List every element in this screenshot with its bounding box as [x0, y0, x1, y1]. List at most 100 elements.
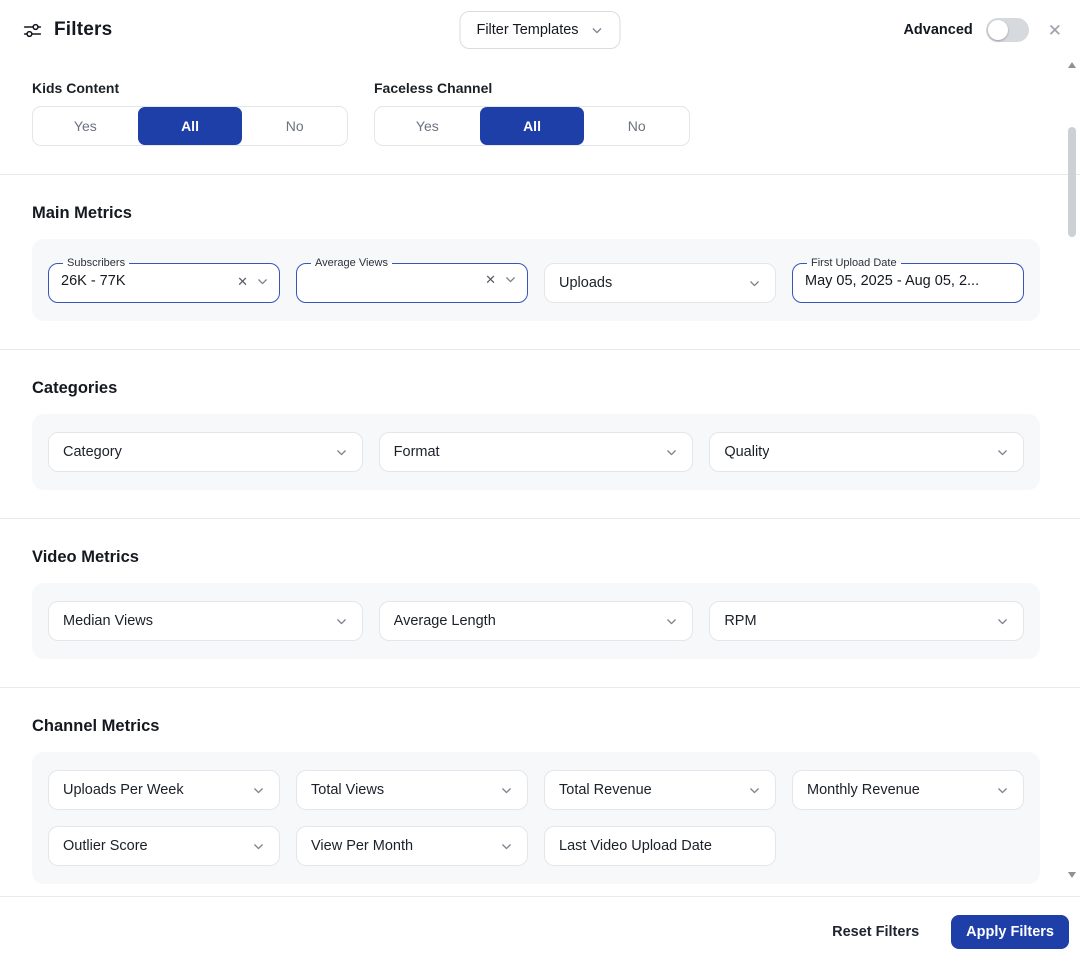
boolean-filters-row: Kids Content Yes All No Faceless Channel… — [0, 80, 1080, 146]
faceless-channel-option-yes[interactable]: Yes — [375, 107, 480, 145]
uploads-per-week-dropdown[interactable]: Uploads Per Week — [48, 770, 280, 810]
chevron-down-icon — [996, 446, 1009, 459]
format-label: Format — [394, 444, 440, 460]
uploads-per-week-label: Uploads Per Week — [63, 782, 184, 798]
format-dropdown[interactable]: Format — [379, 432, 694, 472]
section-heading-categories: Categories — [32, 378, 1048, 398]
close-icon[interactable]: ✕ — [1048, 22, 1062, 39]
median-views-dropdown[interactable]: Median Views — [48, 601, 363, 641]
filter-templates-button[interactable]: Filter Templates — [459, 11, 620, 49]
faceless-channel-segmented: Yes All No — [374, 106, 690, 146]
scrollbar-thumb[interactable] — [1068, 127, 1076, 237]
scroll-down-arrow-icon[interactable] — [1068, 872, 1076, 878]
total-views-dropdown[interactable]: Total Views — [296, 770, 528, 810]
header: Filters Filter Templates Advanced ✕ — [0, 0, 1080, 60]
chevron-down-icon[interactable] — [256, 275, 269, 288]
section-heading-video-metrics: Video Metrics — [32, 547, 1048, 567]
chevron-down-icon — [996, 615, 1009, 628]
total-revenue-label: Total Revenue — [559, 782, 652, 798]
first-upload-date-filter[interactable]: First Upload Date May 05, 2025 - Aug 05,… — [792, 257, 1024, 303]
first-upload-date-row: May 05, 2025 - Aug 05, 2... — [805, 273, 1013, 289]
last-video-upload-date-label: Last Video Upload Date — [559, 838, 712, 854]
apply-filters-button[interactable]: Apply Filters — [951, 915, 1069, 949]
advanced-toggle[interactable] — [986, 18, 1029, 42]
first-upload-date-value: May 05, 2025 - Aug 05, 2... — [805, 273, 1013, 289]
kids-content-option-no[interactable]: No — [242, 107, 347, 145]
faceless-channel-filter: Faceless Channel Yes All No — [374, 80, 690, 146]
category-label: Category — [63, 444, 122, 460]
view-per-month-dropdown[interactable]: View Per Month — [296, 826, 528, 866]
average-views-filter[interactable]: Average Views ✕ — [296, 257, 528, 303]
chevron-down-icon — [252, 784, 265, 797]
quality-label: Quality — [724, 444, 769, 460]
uploads-label: Uploads — [559, 275, 612, 291]
chevron-down-icon[interactable] — [504, 273, 517, 286]
quality-dropdown[interactable]: Quality — [709, 432, 1024, 472]
faceless-channel-label: Faceless Channel — [374, 80, 690, 96]
subscribers-value: 26K - 77K — [61, 273, 229, 289]
clear-icon[interactable]: ✕ — [237, 275, 248, 288]
faceless-channel-option-all[interactable]: All — [480, 107, 585, 145]
filters-icon — [22, 20, 43, 41]
monthly-revenue-label: Monthly Revenue — [807, 782, 920, 798]
toggle-knob — [988, 20, 1008, 40]
average-views-label: Average Views — [311, 257, 392, 270]
filter-templates-label: Filter Templates — [476, 22, 578, 38]
first-upload-date-label: First Upload Date — [807, 257, 901, 270]
chevron-down-icon — [996, 784, 1009, 797]
subscribers-row: 26K - 77K ✕ — [61, 273, 269, 289]
rpm-label: RPM — [724, 613, 756, 629]
category-dropdown[interactable]: Category — [48, 432, 363, 472]
subscribers-filter[interactable]: Subscribers 26K - 77K ✕ — [48, 257, 280, 303]
channel-metrics-panel: Uploads Per Week Total Views Total Reven… — [32, 752, 1040, 884]
outlier-score-dropdown[interactable]: Outlier Score — [48, 826, 280, 866]
divider — [0, 174, 1080, 175]
uploads-dropdown[interactable]: Uploads — [544, 263, 776, 303]
kids-content-option-yes[interactable]: Yes — [33, 107, 138, 145]
total-views-label: Total Views — [311, 782, 384, 798]
divider — [0, 518, 1080, 519]
main-metrics-panel: Subscribers 26K - 77K ✕ Average Views ✕ … — [32, 239, 1040, 321]
chevron-down-icon — [665, 615, 678, 628]
chevron-down-icon — [500, 784, 513, 797]
faceless-channel-option-no[interactable]: No — [584, 107, 689, 145]
scroll-up-arrow-icon[interactable] — [1068, 62, 1076, 68]
filters-body: Kids Content Yes All No Faceless Channel… — [0, 60, 1080, 896]
monthly-revenue-dropdown[interactable]: Monthly Revenue — [792, 770, 1024, 810]
section-heading-channel-metrics: Channel Metrics — [32, 716, 1048, 736]
scrollbar[interactable] — [1066, 62, 1078, 878]
kids-content-option-all[interactable]: All — [138, 107, 243, 145]
section-heading-main-metrics: Main Metrics — [32, 203, 1048, 223]
chevron-down-icon — [665, 446, 678, 459]
chevron-down-icon — [335, 615, 348, 628]
advanced-label: Advanced — [903, 22, 972, 38]
average-length-label: Average Length — [394, 613, 496, 629]
total-revenue-dropdown[interactable]: Total Revenue — [544, 770, 776, 810]
last-video-upload-date-field[interactable]: Last Video Upload Date — [544, 826, 776, 866]
page-title: Filters — [54, 19, 112, 41]
kids-content-label: Kids Content — [32, 80, 348, 96]
video-metrics-panel: Median Views Average Length RPM — [32, 583, 1040, 659]
kids-content-filter: Kids Content Yes All No — [32, 80, 348, 146]
chevron-down-icon — [748, 784, 761, 797]
subscribers-label: Subscribers — [63, 257, 129, 270]
median-views-label: Median Views — [63, 613, 153, 629]
filters-modal: Filters Filter Templates Advanced ✕ Kids… — [0, 0, 1080, 966]
view-per-month-label: View Per Month — [311, 838, 413, 854]
kids-content-segmented: Yes All No — [32, 106, 348, 146]
average-views-row: ✕ — [309, 273, 517, 286]
chevron-down-icon — [748, 277, 761, 290]
chevron-down-icon — [500, 840, 513, 853]
reset-filters-button[interactable]: Reset Filters — [832, 924, 919, 940]
divider — [0, 687, 1080, 688]
footer: Reset Filters Apply Filters — [0, 896, 1080, 966]
header-title-group: Filters — [22, 19, 112, 41]
categories-panel: Category Format Quality — [32, 414, 1040, 490]
rpm-dropdown[interactable]: RPM — [709, 601, 1024, 641]
clear-icon[interactable]: ✕ — [485, 273, 496, 286]
outlier-score-label: Outlier Score — [63, 838, 148, 854]
divider — [0, 349, 1080, 350]
average-length-dropdown[interactable]: Average Length — [379, 601, 694, 641]
chevron-down-icon — [335, 446, 348, 459]
chevron-down-icon — [591, 24, 604, 37]
